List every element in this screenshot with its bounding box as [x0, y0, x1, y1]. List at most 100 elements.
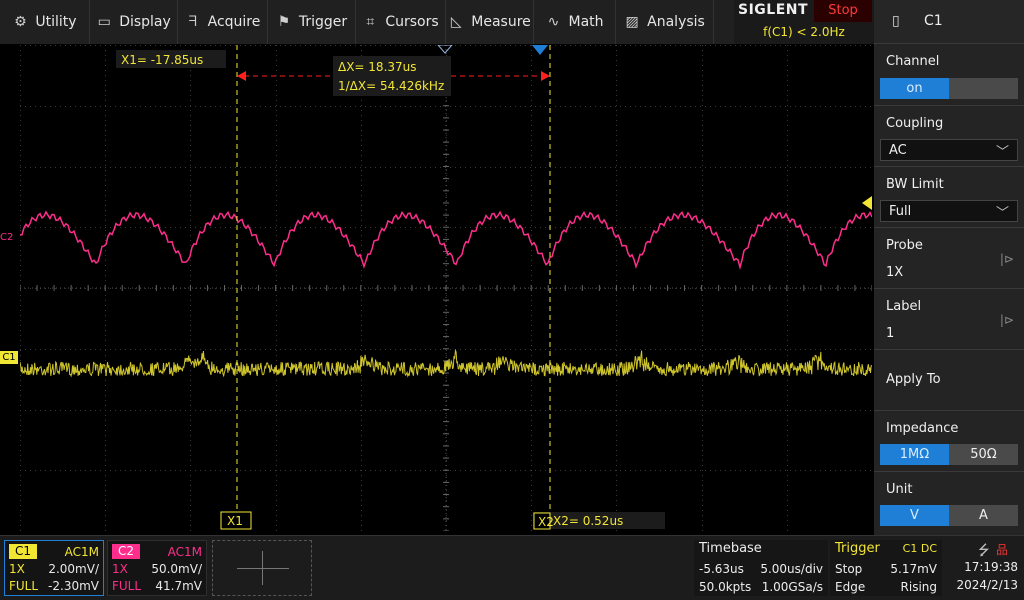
- menu-label: Acquire: [207, 14, 261, 30]
- label-label: Label: [886, 299, 922, 314]
- menu-measure[interactable]: ◺ Measure: [446, 0, 534, 44]
- menu-label: Cursors: [385, 14, 439, 30]
- clock-date: 2024/2/13: [956, 578, 1018, 592]
- menu-label: Utility: [35, 14, 77, 30]
- panel-header: ▯ C1: [874, 0, 1024, 44]
- unit-volt-option[interactable]: V: [880, 505, 949, 526]
- menu-label: Measure: [471, 14, 531, 30]
- unit-label: Unit: [886, 482, 913, 497]
- channel-1-info[interactable]: C1 AC1M 1X 2.00mV/ FULL -2.30mV: [4, 540, 104, 596]
- channel-2-coupling: AC1M: [167, 545, 202, 559]
- unit-toggle[interactable]: V A: [880, 505, 1018, 526]
- trigger-info[interactable]: Trigger C1 DC Stop 5.17mV Edge Rising: [830, 540, 942, 596]
- bw-limit-value: Full: [889, 204, 912, 219]
- chevron-down-icon: ﹀: [995, 145, 1009, 160]
- panel-title: C1: [924, 13, 943, 29]
- network-icon: 品: [996, 543, 1009, 557]
- cursor-x1-tag[interactable]: X1: [227, 514, 243, 528]
- timebase-label: Timebase: [699, 541, 762, 556]
- channel-1-marker[interactable]: C1: [0, 351, 18, 364]
- channel-2-probe: 1X: [112, 562, 128, 576]
- inverse-delta-readout: 1/ΔX= 54.426kHz: [338, 79, 444, 93]
- waveform-display[interactable]: X1= -17.85us ΔX= 18.37us 1/ΔX= 54.426kHz…: [20, 45, 872, 531]
- submenu-arrow-icon: |⊳: [999, 252, 1014, 266]
- channel-menu-icon: ▯: [892, 13, 900, 29]
- cursor-x2-tag[interactable]: X2: [538, 515, 554, 529]
- timebase-info[interactable]: Timebase -5.63us 5.00us/div 50.0kpts 1.0…: [694, 540, 828, 596]
- bw-limit-section: BW Limit Full ﹀: [874, 167, 1024, 228]
- brand-logo: SIGLENT: [738, 2, 809, 18]
- trigger-level-marker-icon[interactable]: [862, 196, 872, 210]
- menu-acquire[interactable]: ᖷ Acquire: [178, 0, 268, 44]
- cursor-x2-readout: X2= 0.52us: [553, 514, 623, 528]
- sample-rate: 1.00GSa/s: [761, 580, 823, 594]
- menu-label: Analysis: [647, 14, 705, 30]
- trigger-slope: Rising: [900, 580, 937, 594]
- channel-2-info[interactable]: C2 AC1M 1X 50.0mV/ FULL 41.7mV: [107, 540, 207, 596]
- probe-section[interactable]: Probe 1X |⊳: [874, 228, 1024, 289]
- add-channel-button[interactable]: [212, 540, 312, 596]
- menu-label: Trigger: [298, 14, 348, 30]
- channel-off-option[interactable]: [949, 78, 1018, 99]
- coupling-label: Coupling: [886, 116, 944, 131]
- plus-icon-vertical: [262, 551, 263, 585]
- memory-depth: 50.0kpts: [699, 580, 752, 594]
- probe-label: Probe: [886, 238, 923, 253]
- apply-to-section[interactable]: Apply To: [874, 350, 1024, 411]
- timebase-scale: 5.00us/div: [760, 562, 823, 576]
- channel-2-scale: 50.0mV/: [151, 562, 202, 576]
- channel-1-bw: FULL: [9, 579, 39, 593]
- plus-icon-horizontal: [237, 568, 289, 569]
- system-clock: ⭍ 品 17:19:38 2024/2/13: [944, 540, 1022, 596]
- coupling-value: AC: [889, 143, 907, 158]
- submenu-arrow-icon: |⊳: [999, 313, 1014, 327]
- gear-icon: ⚙: [14, 14, 27, 30]
- acquire-icon: ᖷ: [188, 14, 197, 30]
- coupling-select[interactable]: AC ﹀: [880, 139, 1018, 161]
- channel-on-option[interactable]: on: [880, 78, 949, 99]
- menu-utility[interactable]: ⚙ Utility: [0, 0, 90, 44]
- cursor-crosshair-icon: ⌗: [366, 14, 375, 30]
- measure-icon: ◺: [450, 14, 462, 30]
- trigger-label: Trigger: [835, 541, 880, 556]
- menu-display[interactable]: ▭ Display: [90, 0, 178, 44]
- impedance-1m-option[interactable]: 1MΩ: [880, 444, 949, 465]
- math-icon: ∿: [547, 14, 560, 30]
- channel-2-name: C2: [112, 544, 141, 559]
- impedance-50-option[interactable]: 50Ω: [949, 444, 1018, 465]
- channel-2-marker[interactable]: C2: [0, 231, 18, 244]
- channel-1-scale: 2.00mV/: [48, 562, 99, 576]
- bw-limit-label: BW Limit: [886, 177, 944, 192]
- channel-1-probe: 1X: [9, 562, 25, 576]
- channel-1-name: C1: [9, 544, 38, 559]
- timebase-delay: -5.63us: [699, 562, 744, 576]
- channel-label: Channel: [886, 54, 940, 69]
- channel-section: Channel on: [874, 45, 1024, 106]
- channel-2-bw: FULL: [112, 579, 142, 593]
- apply-to-label: Apply To: [886, 372, 941, 387]
- trigger-mode: Stop: [835, 562, 863, 576]
- label-value: 1: [886, 326, 895, 341]
- channel-toggle[interactable]: on: [880, 78, 1018, 99]
- menu-math[interactable]: ∿ Math: [534, 0, 616, 44]
- bw-limit-select[interactable]: Full ﹀: [880, 200, 1018, 222]
- unit-amp-option[interactable]: A: [949, 505, 1018, 526]
- delta-x-readout: ΔX= 18.37us: [338, 60, 417, 74]
- channel-1-coupling: AC1M: [64, 545, 99, 559]
- run-stop-badge[interactable]: Stop: [814, 0, 872, 22]
- menu-label: Display: [119, 14, 171, 30]
- coupling-section: Coupling AC ﹀: [874, 106, 1024, 167]
- menu-cursors[interactable]: ⌗ Cursors: [356, 0, 446, 44]
- monitor-icon: ▭: [97, 14, 111, 30]
- unit-section: Unit V A: [874, 472, 1024, 535]
- impedance-label: Impedance: [886, 421, 959, 436]
- label-section[interactable]: Label 1 |⊳: [874, 289, 1024, 350]
- impedance-toggle[interactable]: 1MΩ 50Ω: [880, 444, 1018, 465]
- probe-value: 1X: [886, 265, 904, 280]
- trigger-level: 5.17mV: [890, 562, 937, 576]
- channel-1-offset: -2.30mV: [48, 579, 99, 593]
- menu-trigger[interactable]: ⚑ Trigger: [268, 0, 356, 44]
- cursor-x1-readout: X1= -17.85us: [121, 53, 203, 67]
- trigger-frequency-readout: f(C1) < 2.0Hz: [763, 25, 845, 39]
- menu-analysis[interactable]: ▨ Analysis: [616, 0, 714, 44]
